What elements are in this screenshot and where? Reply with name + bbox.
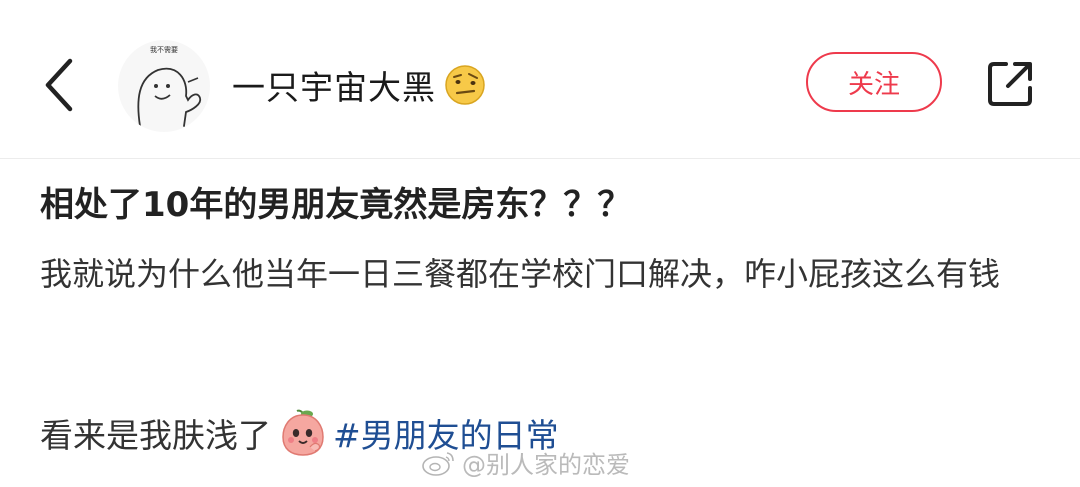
- post-title: 相处了10年的男朋友竟然是房东？？？: [40, 185, 632, 225]
- peach-face-icon: [282, 409, 324, 456]
- username-text: 一只宇宙大黑: [232, 68, 436, 107]
- avatar-caption: 我不需要: [150, 46, 178, 54]
- follow-button[interactable]: 关注: [806, 52, 942, 112]
- header-divider: [0, 158, 1080, 159]
- smirk-face-icon: [445, 65, 485, 105]
- chevron-left-icon: [45, 58, 73, 112]
- share-button[interactable]: [984, 58, 1036, 110]
- post-header: 我不需要 一只宇宙大黑 关注: [0, 0, 1080, 160]
- back-button[interactable]: [38, 55, 82, 115]
- username[interactable]: 一只宇宙大黑: [232, 62, 486, 108]
- avatar[interactable]: 我不需要: [118, 40, 210, 132]
- watermark: @别人家的恋爱: [420, 442, 630, 482]
- post-tail-text: 看来是我肤浅了: [40, 416, 271, 455]
- post-body: 我就说为什么他当年一日三餐都在学校门口解决，咋小屁孩这么有钱: [40, 255, 1001, 293]
- weibo-icon: [422, 452, 454, 476]
- follow-label: 关注: [847, 69, 900, 100]
- share-icon: [988, 62, 1032, 106]
- watermark-text: @别人家的恋爱: [462, 450, 630, 479]
